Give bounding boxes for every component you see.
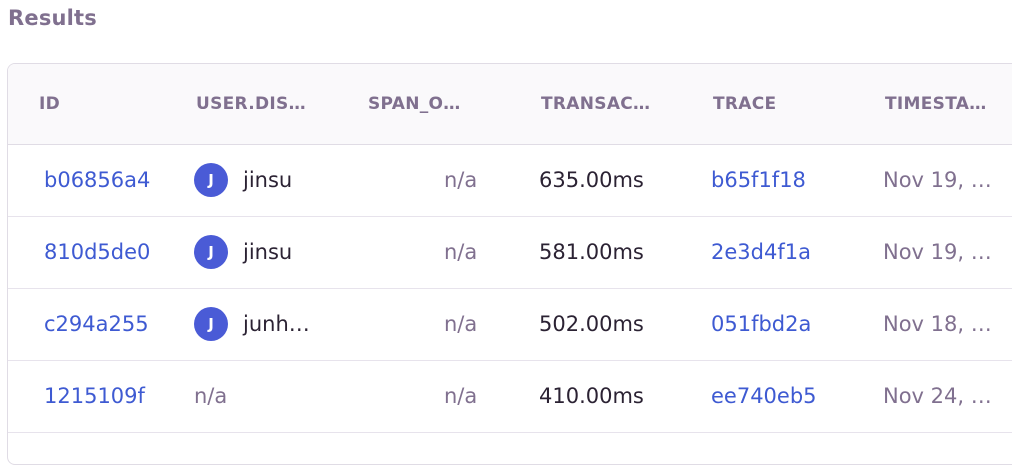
avatar: J [194,163,228,197]
column-header-timestamp[interactable]: TIMESTA… [885,94,987,114]
event-id-link[interactable]: b06856a4 [44,168,150,192]
table-row: 810d5de0 J jinsu n/a 581.00ms 2e3d4f1a N… [8,217,1012,289]
event-id-link[interactable]: 1215109f [44,384,145,408]
user-name: junh… [243,312,310,336]
trace-link[interactable]: 2e3d4f1a [711,240,811,264]
span-op-value: n/a [444,384,478,408]
event-id-link[interactable]: c294a255 [44,312,149,336]
user-name: n/a [194,384,228,408]
avatar: J [194,235,228,269]
trace-link[interactable]: b65f1f18 [711,168,806,192]
avatar: J [194,307,228,341]
column-header-id[interactable]: ID [39,94,60,114]
table-row: b06856a4 J jinsu n/a 635.00ms b65f1f18 N… [8,145,1012,217]
duration-value: 410.00ms [539,384,644,408]
span-op-value: n/a [444,312,478,336]
column-header-span-op[interactable]: SPAN_O… [368,94,461,114]
column-header-transaction-duration[interactable]: TRANSAC… [541,94,650,114]
span-op-value: n/a [444,240,478,264]
results-table: ID USER.DIS… SPAN_O… TRANSAC… TRACE TIME… [7,63,1012,465]
duration-value: 635.00ms [539,168,644,192]
timestamp-value: Nov 19, … [883,240,992,264]
column-header-trace[interactable]: TRACE [713,94,776,114]
user-name: jinsu [243,240,293,264]
timestamp-value: Nov 24, … [883,384,992,408]
timestamp-value: Nov 18, … [883,312,992,336]
table-header: ID USER.DIS… SPAN_O… TRANSAC… TRACE TIME… [8,64,1012,145]
user-name: jinsu [243,168,293,192]
trace-link[interactable]: ee740eb5 [711,384,817,408]
trace-link[interactable]: 051fbd2a [711,312,811,336]
event-id-link[interactable]: 810d5de0 [44,240,150,264]
timestamp-value: Nov 19, … [883,168,992,192]
results-title: Results [8,6,97,30]
duration-value: 502.00ms [539,312,644,336]
table-row: 1215109f n/a n/a 410.00ms ee740eb5 Nov 2… [8,361,1012,433]
span-op-value: n/a [444,168,478,192]
duration-value: 581.00ms [539,240,644,264]
column-header-user-display[interactable]: USER.DIS… [196,94,306,114]
table-row: c294a255 J junh… n/a 502.00ms 051fbd2a N… [8,289,1012,361]
